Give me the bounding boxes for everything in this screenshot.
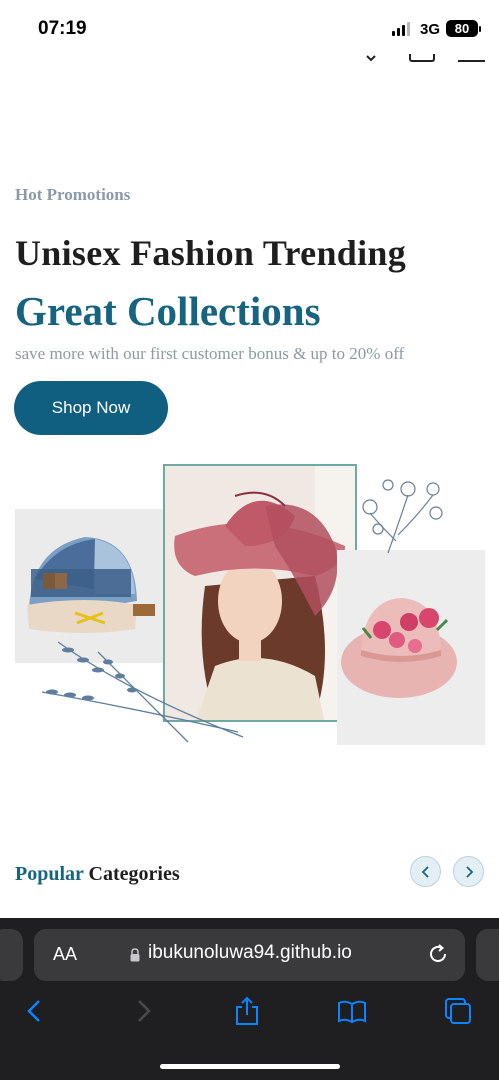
home-indicator [160, 1064, 340, 1069]
browser-toolbar: AA ibukunoluwa94.github.io [0, 918, 499, 1080]
previous-tab-preview[interactable] [0, 929, 23, 981]
hero-title-accent: Great Collections [15, 288, 321, 334]
chevron-down-icon[interactable] [366, 54, 376, 62]
hero-subtitle: save more with our first customer bonus … [15, 344, 405, 363]
signal-strength-icon [392, 22, 412, 36]
bookmarks-icon[interactable] [337, 996, 367, 1026]
text-size-button[interactable]: AA [53, 944, 77, 965]
forward-icon[interactable] [128, 996, 158, 1026]
hero-eyebrow: Hot Promotions [15, 185, 131, 204]
status-bar: 07:19 3G 80 [0, 0, 499, 60]
flower-hat-image[interactable] [337, 550, 485, 745]
menu-icon[interactable] [458, 54, 485, 62]
categories-next-button[interactable] [453, 856, 484, 887]
url-text[interactable]: ibukunoluwa94.github.io [148, 942, 352, 964]
back-icon[interactable] [20, 996, 50, 1026]
categories-prev-button[interactable] [410, 856, 441, 887]
shop-now-button[interactable]: Shop Now [14, 381, 168, 435]
section-title-accent: Popular [15, 863, 84, 885]
address-bar[interactable]: AA ibukunoluwa94.github.io [34, 929, 465, 981]
battery-icon: 80 [446, 20, 481, 37]
tabs-icon[interactable] [443, 996, 473, 1026]
hero-title: Unisex Fashion Trending [15, 233, 407, 273]
lock-icon [130, 948, 140, 962]
network-type: 3G [420, 21, 441, 38]
lavender-sketch-decoration [41, 641, 244, 743]
cart-icon[interactable] [409, 54, 435, 62]
battery-level: 80 [454, 21, 470, 36]
chevron-left-icon [421, 865, 429, 878]
reload-icon[interactable] [427, 943, 449, 965]
status-time: 07:19 [38, 18, 87, 39]
chevron-right-icon [465, 865, 473, 878]
section-title-rest: Categories [88, 863, 180, 885]
section-title: Popular Categories [15, 863, 180, 886]
next-tab-preview[interactable] [476, 929, 499, 981]
share-icon[interactable] [232, 996, 262, 1026]
flower-sketch-decoration [362, 479, 443, 554]
